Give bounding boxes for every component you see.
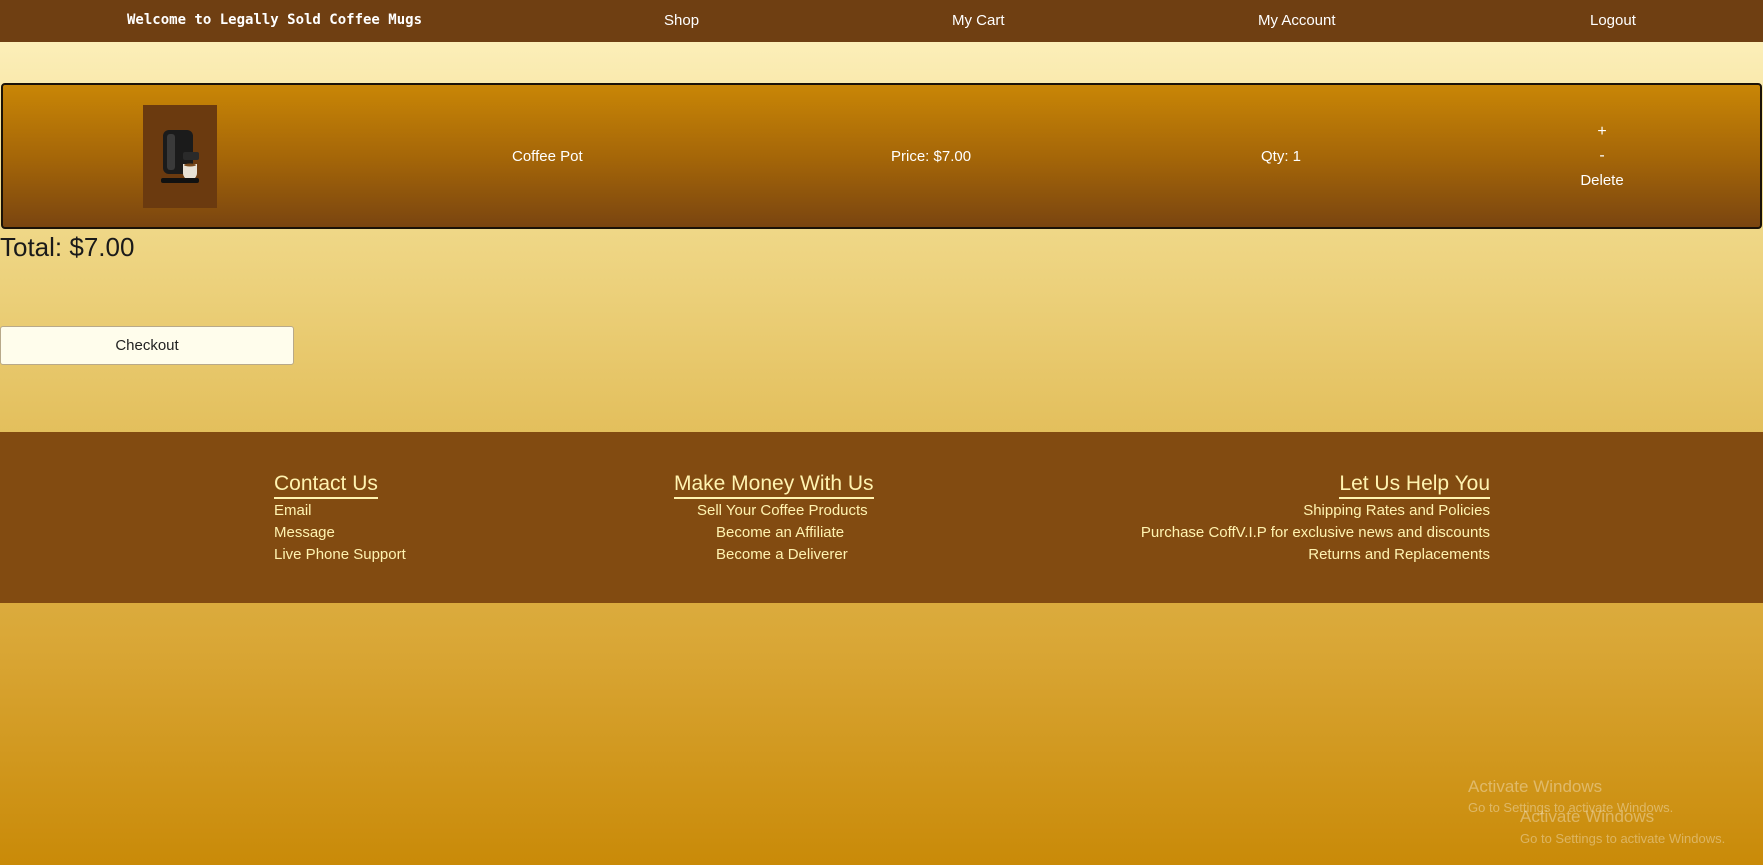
- product-name: Coffee Pot: [512, 148, 583, 165]
- product-price: Price: $7.00: [891, 148, 972, 165]
- top-navbar: Welcome to Legally Sold Coffee Mugs Shop…: [0, 0, 1763, 42]
- nav-shop-link[interactable]: Shop: [664, 12, 699, 29]
- footer-link-email[interactable]: Email: [274, 502, 312, 519]
- footer-link-affiliate[interactable]: Become an Affiliate: [716, 524, 844, 541]
- footer-heading-make-money: Make Money With Us: [674, 472, 874, 499]
- product-quantity: Qty: 1: [1261, 148, 1302, 165]
- footer-heading-help: Let Us Help You: [1339, 472, 1490, 499]
- footer-link-phone-support[interactable]: Live Phone Support: [274, 546, 406, 563]
- nav-logout-link[interactable]: Logout: [1590, 12, 1636, 29]
- footer-link-sell-products[interactable]: Sell Your Coffee Products: [697, 502, 868, 519]
- nav-account-link[interactable]: My Account: [1258, 12, 1336, 29]
- site-footer: Contact Us Email Message Live Phone Supp…: [0, 432, 1763, 603]
- decrease-quantity-button[interactable]: -: [1572, 147, 1632, 165]
- footer-link-returns[interactable]: Returns and Replacements: [1308, 546, 1490, 563]
- cart-total: Total: $7.00: [0, 232, 135, 262]
- watermark-subtitle-2: Go to Settings to activate Windows.: [1520, 831, 1726, 846]
- coffee-machine-icon: [161, 129, 199, 183]
- site-title: Welcome to Legally Sold Coffee Mugs: [127, 12, 423, 28]
- watermark-title-2: Activate Windows: [1520, 807, 1655, 826]
- footer-heading-contact: Contact Us: [274, 472, 378, 499]
- nav-cart-link[interactable]: My Cart: [952, 12, 1005, 29]
- footer-link-shipping[interactable]: Shipping Rates and Policies: [1303, 502, 1490, 519]
- increase-quantity-button[interactable]: +: [1572, 123, 1632, 141]
- watermark-title-1: Activate Windows: [1468, 777, 1603, 796]
- delete-item-button[interactable]: Delete: [1572, 172, 1632, 189]
- footer-link-message[interactable]: Message: [274, 524, 335, 541]
- product-image: [143, 105, 217, 208]
- cart-item-row: Coffee Pot Price: $7.00 Qty: 1 + - Delet…: [1, 83, 1762, 229]
- footer-link-deliverer[interactable]: Become a Deliverer: [716, 546, 848, 563]
- checkout-button[interactable]: Checkout: [0, 326, 294, 365]
- footer-link-vip[interactable]: Purchase CoffV.I.P for exclusive news an…: [1141, 524, 1490, 541]
